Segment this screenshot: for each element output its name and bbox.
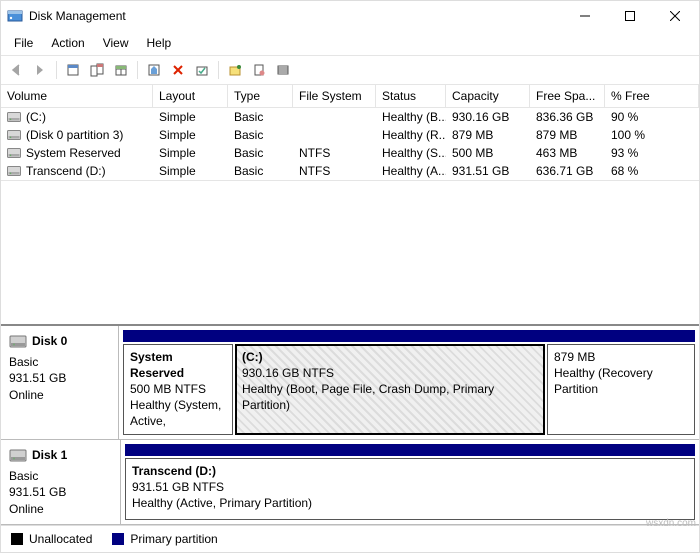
col-layout[interactable]: Layout [153,85,228,107]
volume-row[interactable]: Transcend (D:)SimpleBasicNTFSHealthy (A.… [1,162,699,180]
vol-name: (Disk 0 partition 3) [1,126,153,144]
vol-capacity: 931.51 GB [446,162,530,180]
toolbar-separator [137,61,138,79]
col-pct[interactable]: % Free [605,85,699,107]
toolbar-refresh-icon[interactable] [224,59,246,81]
vol-name: Transcend (D:) [1,162,153,180]
col-free[interactable]: Free Spa... [530,85,605,107]
partition[interactable]: Transcend (D:)931.51 GB NTFSHealthy (Act… [125,458,695,520]
swatch-primary [112,533,124,545]
vol-layout: Simple [153,162,228,180]
vol-pct: 93 % [605,144,699,162]
toolbar-icon-2[interactable] [86,59,108,81]
toolbar-props-icon[interactable] [248,59,270,81]
volume-row[interactable]: (Disk 0 partition 3)SimpleBasic Healthy (… [1,126,699,144]
close-button[interactable] [652,2,697,30]
col-capacity[interactable]: Capacity [446,85,530,107]
vol-capacity: 879 MB [446,126,530,144]
toolbar-separator [218,61,219,79]
window-title: Disk Management [29,9,562,23]
partition-stripe [125,444,695,456]
col-status[interactable]: Status [376,85,446,107]
vol-pct: 100 % [605,126,699,144]
vol-status: Healthy (B... [376,108,446,126]
menu-file[interactable]: File [5,33,42,53]
back-button[interactable] [5,59,27,81]
vol-fs [293,126,376,144]
disk-partitions: Transcend (D:)931.51 GB NTFSHealthy (Act… [121,440,699,524]
vol-pct: 90 % [605,108,699,126]
disk-row: Disk 0Basic931.51 GBOnlineSystem Reserve… [1,326,699,440]
vol-status: Healthy (R... [376,126,446,144]
app-icon [7,8,23,24]
partition-stripe [123,330,695,342]
vol-layout: Simple [153,126,228,144]
legend-unallocated: Unallocated [29,532,92,546]
disk-info[interactable]: Disk 1Basic931.51 GBOnline [1,440,121,524]
vol-type: Basic [228,126,293,144]
partition[interactable]: 879 MBHealthy (Recovery Partition [547,344,695,435]
vol-fs: NTFS [293,144,376,162]
volume-row[interactable]: System ReservedSimpleBasicNTFSHealthy (S… [1,144,699,162]
delete-icon[interactable] [167,59,189,81]
menubar: File Action View Help [1,31,699,56]
col-fs[interactable]: File System [293,85,376,107]
vol-type: Basic [228,144,293,162]
vol-free: 879 MB [530,126,605,144]
col-volume[interactable]: Volume [1,85,153,107]
menu-action[interactable]: Action [42,33,93,53]
vol-free: 463 MB [530,144,605,162]
vol-free: 836.36 GB [530,108,605,126]
list-header: Volume Layout Type File System Status Ca… [1,85,699,108]
disk-partitions: System Reserved500 MB NTFSHealthy (Syste… [119,326,699,439]
disk-row: Disk 1Basic931.51 GBOnlineTranscend (D:)… [1,440,699,525]
vol-type: Basic [228,108,293,126]
pane-spacer [1,181,699,326]
vol-layout: Simple [153,108,228,126]
disk-map: Disk 0Basic931.51 GBOnlineSystem Reserve… [1,326,699,525]
maximize-button[interactable] [607,2,652,30]
toolbar [1,56,699,85]
toolbar-settings-icon[interactable] [143,59,165,81]
partition[interactable]: (C:)930.16 GB NTFSHealthy (Boot, Page Fi… [235,344,545,435]
vol-name: (C:) [1,108,153,126]
vol-status: Healthy (S... [376,144,446,162]
menu-view[interactable]: View [94,33,138,53]
vol-status: Healthy (A... [376,162,446,180]
volume-list: Volume Layout Type File System Status Ca… [1,85,699,181]
toolbar-icon-3[interactable] [110,59,132,81]
volume-row[interactable]: (C:)SimpleBasic Healthy (B...930.16 GB836… [1,108,699,126]
vol-type: Basic [228,162,293,180]
toolbar-icon-1[interactable] [62,59,84,81]
vol-capacity: 930.16 GB [446,108,530,126]
watermark: wsxdn.com [646,518,696,529]
minimize-button[interactable] [562,2,607,30]
vol-pct: 68 % [605,162,699,180]
toolbar-list-icon[interactable] [272,59,294,81]
vol-capacity: 500 MB [446,144,530,162]
partition[interactable]: System Reserved500 MB NTFSHealthy (Syste… [123,344,233,435]
toolbar-check-icon[interactable] [191,59,213,81]
legend-primary: Primary partition [130,532,217,546]
vol-fs: NTFS [293,162,376,180]
col-type[interactable]: Type [228,85,293,107]
legend: Unallocated Primary partition [1,525,699,552]
vol-free: 636.71 GB [530,162,605,180]
menu-help[interactable]: Help [138,33,181,53]
vol-layout: Simple [153,144,228,162]
vol-fs [293,108,376,126]
window-titlebar: Disk Management [1,1,699,31]
forward-button[interactable] [29,59,51,81]
toolbar-separator [56,61,57,79]
disk-info[interactable]: Disk 0Basic931.51 GBOnline [1,326,119,439]
swatch-unallocated [11,533,23,545]
vol-name: System Reserved [1,144,153,162]
